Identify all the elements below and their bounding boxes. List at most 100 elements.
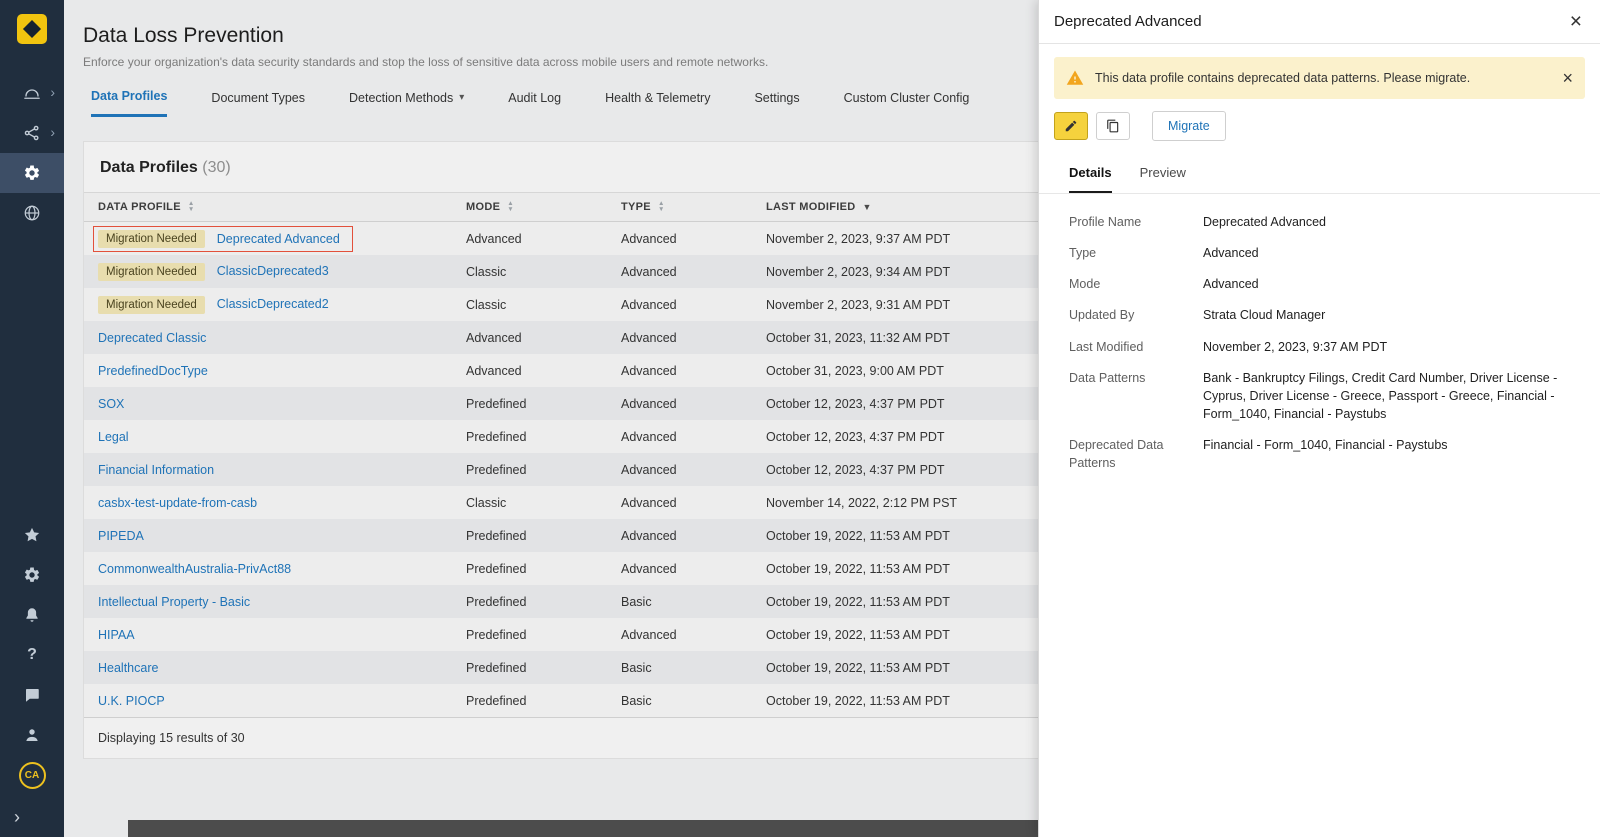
mode-cell: Predefined <box>466 397 621 411</box>
tab-data-profiles[interactable]: Data Profiles <box>91 89 167 117</box>
close-icon[interactable]: × <box>1570 11 1582 32</box>
sidebar-item-account[interactable] <box>0 715 64 755</box>
detail-label-deprecated-data-patterns: Deprecated Data Patterns <box>1069 436 1187 472</box>
profile-link-casbx-test-update-from-casb[interactable]: casbx-test-update-from-casb <box>98 496 257 510</box>
tab-health-telemetry[interactable]: Health & Telemetry <box>605 89 710 117</box>
tab-audit-log[interactable]: Audit Log <box>508 89 561 117</box>
sort-icon[interactable]: ▼ <box>862 202 871 212</box>
click-highlight-box: Migration Needed Deprecated Advanced <box>93 226 353 252</box>
type-cell: Advanced <box>621 265 766 279</box>
type-cell: Advanced <box>621 562 766 576</box>
sidebar-item-favorites[interactable] <box>0 515 64 555</box>
profile-cell: PIPEDA <box>84 529 466 543</box>
detail-label-profile-name: Profile Name <box>1069 213 1187 231</box>
sidebar-item-monitor[interactable]: › <box>0 73 64 113</box>
mode-cell: Classic <box>466 298 621 312</box>
pencil-icon <box>1064 119 1078 133</box>
banner-close-icon[interactable]: × <box>1562 69 1573 87</box>
column-header-type[interactable]: TYPE ▲▼ <box>621 201 766 213</box>
migrate-button[interactable]: Migrate <box>1152 111 1226 141</box>
sidebar-item-preferences[interactable] <box>0 555 64 595</box>
mode-cell: Predefined <box>466 562 621 576</box>
profile-link-classicdeprecated3[interactable]: ClassicDeprecated3 <box>217 264 329 278</box>
warning-icon <box>1066 69 1084 87</box>
type-cell: Advanced <box>621 463 766 477</box>
profile-cell: Migration Needed Deprecated Advanced <box>84 226 466 252</box>
profile-cell: Financial Information <box>84 463 466 477</box>
mode-cell: Predefined <box>466 529 621 543</box>
mode-cell: Advanced <box>466 364 621 378</box>
sidebar-expand-button[interactable]: › <box>0 799 64 835</box>
column-label: TYPE <box>621 201 651 213</box>
profile-link-sox[interactable]: SOX <box>98 397 124 411</box>
sidebar-item-workflows[interactable]: › <box>0 113 64 153</box>
mode-cell: Predefined <box>466 661 621 675</box>
panel-tab-preview[interactable]: Preview <box>1140 165 1186 193</box>
profile-cell: Healthcare <box>84 661 466 675</box>
warning-text: This data profile contains deprecated da… <box>1095 71 1470 85</box>
migration-needed-badge: Migration Needed <box>98 230 205 248</box>
mode-cell: Predefined <box>466 463 621 477</box>
globe-icon <box>23 204 41 222</box>
type-cell: Advanced <box>621 364 766 378</box>
star-icon <box>23 526 41 544</box>
tab-settings[interactable]: Settings <box>754 89 799 117</box>
sidebar-item-settings[interactable] <box>0 153 64 193</box>
profile-link-healthcare[interactable]: Healthcare <box>98 661 158 675</box>
user-icon <box>23 726 41 744</box>
app-logo[interactable] <box>17 14 47 49</box>
sort-icon[interactable]: ▲▼ <box>658 201 665 213</box>
edit-button[interactable] <box>1054 112 1088 140</box>
profile-link-legal[interactable]: Legal <box>98 430 129 444</box>
type-cell: Advanced <box>621 232 766 246</box>
profile-cell: Deprecated Classic <box>84 331 466 345</box>
profile-link-pipeda[interactable]: PIPEDA <box>98 529 144 543</box>
drawer-actions: Migrate <box>1054 111 1585 141</box>
monitor-icon <box>23 84 41 102</box>
chevron-right-icon: › <box>50 124 55 140</box>
detail-label-type: Type <box>1069 244 1187 262</box>
type-cell: Advanced <box>621 331 766 345</box>
tab-custom-cluster-config[interactable]: Custom Cluster Config <box>844 89 970 117</box>
column-header-data-profile[interactable]: DATA PROFILE▲▼ <box>84 201 466 213</box>
sort-icon[interactable]: ▲▼ <box>507 201 514 213</box>
sidebar-item-notifications[interactable] <box>0 595 64 635</box>
migration-needed-badge: Migration Needed <box>98 263 205 281</box>
detail-value-deprecated-data-patterns: Financial - Form_1040, Financial - Payst… <box>1203 436 1576 472</box>
profile-cell: Migration Needed ClassicDeprecated3 <box>84 263 466 281</box>
mode-cell: Classic <box>466 496 621 510</box>
profile-link-financial-information[interactable]: Financial Information <box>98 463 214 477</box>
panel-tab-details[interactable]: Details <box>1069 165 1112 193</box>
profile-link-hipaa[interactable]: HIPAA <box>98 628 135 642</box>
mode-cell: Predefined <box>466 694 621 708</box>
clone-button[interactable] <box>1096 112 1130 140</box>
sidebar-bottom-nav: ? <box>0 515 64 755</box>
sort-icon[interactable]: ▲▼ <box>188 201 195 213</box>
sidebar-item-help[interactable]: ? <box>0 635 64 675</box>
detail-value-data-patterns: Bank - Bankruptcy Filings, Credit Card N… <box>1203 369 1576 423</box>
profile-cell: SOX <box>84 397 466 411</box>
profile-link-u-k-piocp[interactable]: U.K. PIOCP <box>98 694 165 708</box>
detail-value-profile-name: Deprecated Advanced <box>1203 213 1576 231</box>
type-cell: Advanced <box>621 496 766 510</box>
profile-link-commonwealthaustralia-privact88[interactable]: CommonwealthAustralia-PrivAct88 <box>98 562 291 576</box>
mode-cell: Classic <box>466 265 621 279</box>
sidebar-item-feedback[interactable] <box>0 675 64 715</box>
tab-document-types[interactable]: Document Types <box>211 89 305 117</box>
column-header-mode[interactable]: MODE ▲▼ <box>466 201 621 213</box>
profile-link-intellectual-property-basic[interactable]: Intellectual Property - Basic <box>98 595 250 609</box>
tab-detection-methods[interactable]: Detection Methods▾ <box>349 89 464 117</box>
profile-link-deprecated-classic[interactable]: Deprecated Classic <box>98 331 206 345</box>
column-label: MODE <box>466 201 500 213</box>
profile-link-predefineddoctype[interactable]: PredefinedDocType <box>98 364 208 378</box>
avatar[interactable]: CA <box>19 762 46 789</box>
tab-label: Detection Methods <box>349 91 453 105</box>
sidebar-item-globe[interactable] <box>0 193 64 233</box>
profile-link-deprecated-advanced[interactable]: Deprecated Advanced <box>217 232 340 246</box>
sidebar-top-nav: ›› <box>0 73 64 233</box>
profile-link-classicdeprecated2[interactable]: ClassicDeprecated2 <box>217 297 329 311</box>
detail-value-type: Advanced <box>1203 244 1576 262</box>
detail-value-last-modified: November 2, 2023, 9:37 AM PDT <box>1203 338 1576 356</box>
horizontal-scrollbar[interactable] <box>128 820 1038 837</box>
mode-cell: Advanced <box>466 232 621 246</box>
